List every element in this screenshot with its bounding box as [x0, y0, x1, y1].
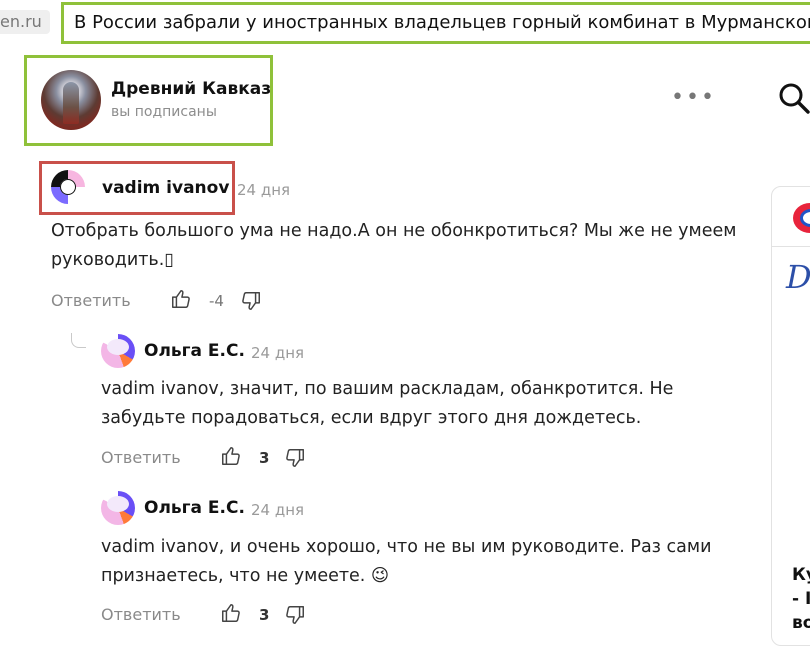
avatar[interactable]: [101, 491, 135, 525]
rating-count: 3: [259, 606, 270, 624]
avatar[interactable]: [51, 170, 85, 204]
comment-text-line: руководить.▯: [51, 250, 174, 270]
comment-text-line: vadim ivanov, значит, по вашим раскладам…: [101, 379, 674, 399]
comment-text-line: признаетесь, что не умеете. 😉: [101, 566, 390, 586]
comment-date: 24 дня: [251, 501, 305, 519]
thumb-down-icon[interactable]: [284, 447, 306, 469]
subscription-status: вы подписаны: [111, 104, 217, 120]
comment-author[interactable]: Ольга Е.С.: [144, 498, 245, 518]
thumb-up-icon[interactable]: [220, 445, 242, 467]
article-headline[interactable]: В России забрали у иностранных владельце…: [61, 2, 810, 44]
comment-text-line: vadim ivanov, и очень хорошо, что не вы …: [101, 537, 712, 557]
thumb-up-icon[interactable]: [170, 288, 192, 310]
avatar[interactable]: [101, 334, 135, 368]
promo-text[interactable]: Ку - I во: [792, 563, 810, 635]
comment-text-line: Отобрать большого ума не надо.А он не об…: [51, 221, 737, 241]
comment-author[interactable]: Ольга Е.С.: [144, 341, 245, 361]
reply-button[interactable]: Ответить: [101, 448, 181, 467]
comment-text-line: забудьте порадоваться, если вдруг этого …: [101, 408, 642, 428]
thumb-down-icon[interactable]: [284, 604, 306, 626]
thumb-down-icon[interactable]: [240, 290, 262, 312]
comment-author[interactable]: vadim ivanov: [102, 178, 229, 198]
more-dots-icon[interactable]: •••: [671, 87, 716, 109]
reply-button[interactable]: Ответить: [51, 291, 131, 310]
url-chip[interactable]: en.ru: [0, 10, 50, 34]
channel-avatar[interactable]: [41, 70, 101, 130]
search-icon[interactable]: [778, 82, 810, 114]
reply-button[interactable]: Ответить: [101, 605, 181, 624]
thread-connector: [71, 333, 86, 348]
promo-script-letter: D: [786, 258, 810, 296]
thumb-up-icon[interactable]: [220, 602, 242, 624]
rating-count: -4: [209, 292, 224, 310]
comment-date: 24 дня: [237, 181, 291, 199]
comment-date: 24 дня: [251, 344, 305, 362]
rating-count: 3: [259, 449, 270, 467]
promo-divider: [772, 246, 810, 247]
channel-name[interactable]: Древний Кавказ: [111, 79, 271, 99]
